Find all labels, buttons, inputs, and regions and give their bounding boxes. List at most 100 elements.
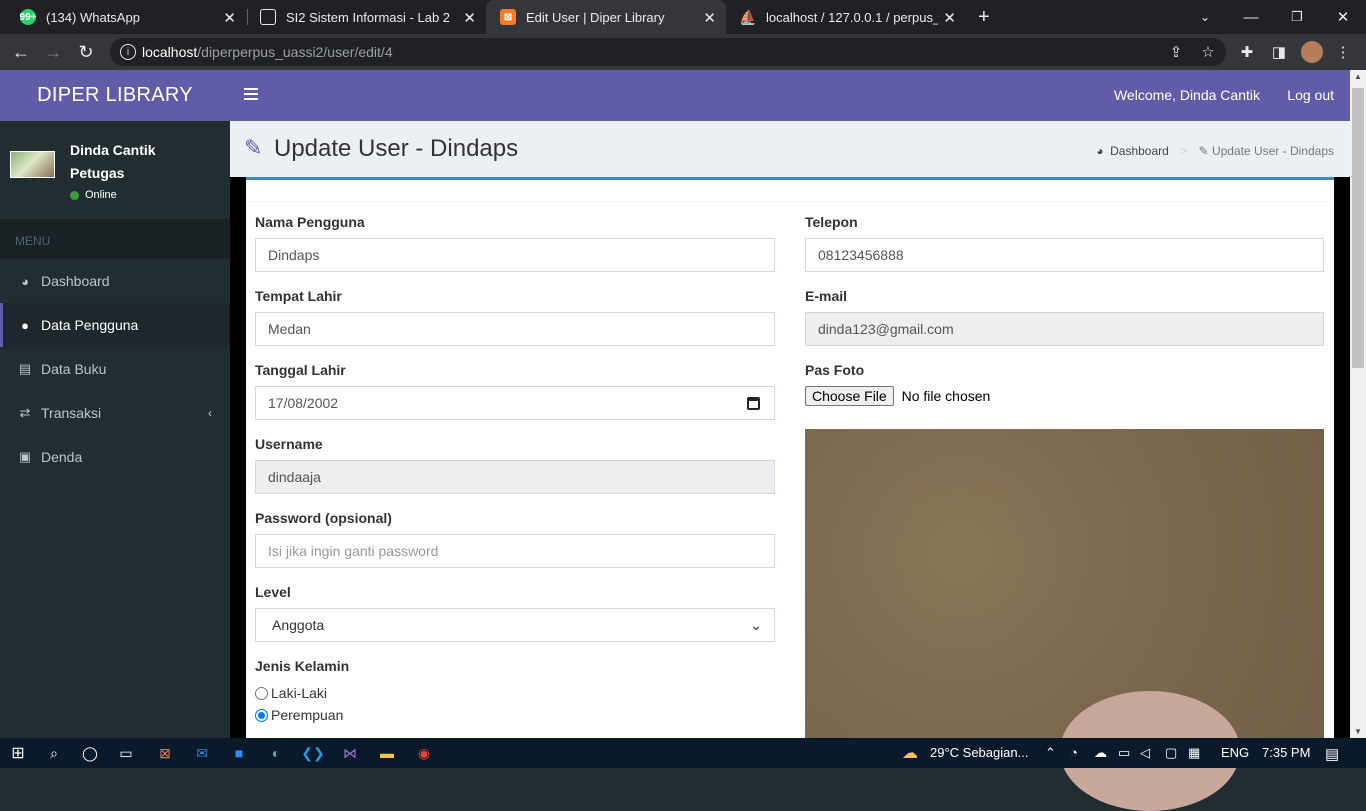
email-input: dinda123@gmail.com — [805, 312, 1324, 346]
password-group: Password (opsional) Isi jika ingin ganti… — [255, 510, 775, 568]
app-logo[interactable]: DIPER LIBRARY — [0, 70, 230, 121]
search-icon[interactable]: ⌕ — [44, 743, 64, 763]
app-header: DIPER LIBRARY Welcome, Dinda Cantik Log … — [0, 70, 1350, 121]
battery-icon[interactable]: ▭ — [1118, 745, 1130, 761]
notification-icon[interactable]: ▤ — [1325, 745, 1339, 763]
close-tab-icon[interactable]: ✕ — [463, 9, 476, 27]
sidebar-toggle-icon[interactable] — [244, 88, 258, 100]
level-group: Level Anggota ⌄ — [255, 584, 775, 642]
restore-icon[interactable]: ❐ — [1274, 0, 1320, 34]
new-tab-button[interactable]: + — [972, 0, 1002, 34]
xampp-icon[interactable]: ⊠ — [155, 743, 175, 763]
sidebar-item-data-buku[interactable]: ▤ Data Buku — [0, 347, 230, 391]
welcome-text[interactable]: Welcome, Dinda Cantik — [1114, 87, 1260, 103]
info-icon[interactable]: i — [120, 44, 136, 60]
cloud-off-icon[interactable]: ☁ — [1094, 745, 1107, 761]
password-input[interactable]: Isi jika ingin ganti password — [255, 534, 775, 568]
share-icon[interactable]: ⇪ — [1166, 42, 1186, 62]
tray-chevron-icon[interactable]: ⌃ — [1045, 745, 1056, 761]
dashboard-icon: ◕ — [1096, 144, 1104, 158]
forward-icon[interactable]: → — [41, 40, 65, 64]
task-view-icon[interactable]: ▭ — [116, 743, 136, 763]
cortana-icon[interactable]: ◯ — [80, 743, 100, 763]
tanggal-label: Tanggal Lahir — [255, 362, 346, 378]
browser-tab-bar: 99+ (134) WhatsApp ✕ SI2 Sistem Informas… — [0, 0, 1366, 34]
choose-file-button[interactable]: Choose File — [805, 386, 894, 406]
tanggal-group: Tanggal Lahir 17/08/2002 — [255, 362, 775, 420]
tempat-lahir-input[interactable]: Medan — [255, 312, 775, 346]
tab-title: localhost / 127.0.0.1 / perpus_si2 — [766, 9, 938, 25]
profile-photo — [805, 429, 1324, 811]
meet-icon[interactable]: ▢ — [1165, 745, 1177, 761]
scroll-up-icon[interactable]: ▲ — [1354, 72, 1362, 81]
content-header: ✎ Update User - Dindaps ◕ Dashboard > ✎ … — [230, 121, 1350, 177]
vscode-icon[interactable]: ❮❯ — [301, 743, 324, 763]
sidebar-item-data-pengguna[interactable]: ● Data Pengguna — [0, 303, 230, 347]
keyboard-icon[interactable]: ▦ — [1188, 745, 1200, 761]
nama-input[interactable]: Dindaps — [255, 238, 775, 272]
avatar — [10, 151, 55, 178]
breadcrumb-dashboard[interactable]: Dashboard — [1110, 144, 1169, 158]
online-dot-icon — [70, 190, 79, 200]
level-label: Level — [255, 584, 291, 600]
sidebar-item-dashboard[interactable]: ◕ Dashboard — [0, 259, 230, 303]
phpmyadmin-icon: ⛵ — [739, 8, 757, 25]
edge-icon[interactable]: ◐ — [266, 743, 286, 763]
tab-si2[interactable]: SI2 Sistem Informasi - Lab 2 ✕ — [246, 0, 486, 34]
close-window-icon[interactable]: ✕ — [1320, 0, 1366, 34]
side-panel-icon[interactable]: ◨ — [1269, 42, 1289, 62]
username-group: Username dindaaja — [255, 436, 775, 494]
language-indicator[interactable]: ENG — [1221, 745, 1249, 760]
url-path: /diperperpus_uassi2/user/edit/4 — [197, 44, 393, 60]
network-icon[interactable]: ◔ — [1070, 745, 1078, 760]
calendar-icon[interactable] — [747, 397, 760, 410]
tab-phpmyadmin[interactable]: ⛵ localhost / 127.0.0.1 / perpus_si2 ✕ — [726, 0, 966, 34]
chrome-icon[interactable]: ◉ — [414, 743, 434, 763]
reload-icon[interactable]: ↻ — [74, 40, 98, 64]
tab-edit-user[interactable]: ⊠ Edit User | Diper Library ✕ — [486, 0, 726, 34]
content-wrapper: ✎ Update User - Dindaps ◕ Dashboard > ✎ … — [230, 121, 1350, 811]
radio-icon[interactable] — [255, 686, 268, 700]
logout-link[interactable]: Log out — [1287, 87, 1334, 103]
extensions-icon[interactable]: ✚ — [1237, 42, 1257, 62]
profile-avatar[interactable] — [1301, 41, 1323, 63]
file-explorer-icon[interactable]: ▬ — [377, 743, 397, 763]
tempat-label: Tempat Lahir — [255, 288, 342, 304]
close-tab-icon[interactable]: ✕ — [703, 9, 716, 27]
mail-icon[interactable]: ✉ — [192, 743, 212, 763]
url-bar[interactable]: i localhost/diperperpus_uassi2/user/edit… — [110, 38, 1226, 66]
minimize-icon[interactable]: — — [1228, 0, 1274, 34]
clock[interactable]: 7:35 PM — [1262, 745, 1310, 760]
volume-icon[interactable]: ◁ — [1140, 745, 1150, 761]
tab-search-icon[interactable]: ⌄ — [1182, 0, 1228, 34]
close-tab-icon[interactable]: ✕ — [943, 9, 956, 27]
gender-group: Jenis Kelamin Laki-Laki Perempuan — [255, 658, 349, 726]
sidebar-item-denda[interactable]: ▣ Denda — [0, 435, 230, 479]
tanggal-lahir-input[interactable]: 17/08/2002 — [255, 386, 775, 420]
chrome-menu-icon[interactable]: ⋮ — [1333, 42, 1353, 62]
weather-icon[interactable]: ☁ — [900, 743, 920, 763]
zoom-icon[interactable]: ■ — [229, 743, 249, 763]
bookmark-star-icon[interactable]: ☆ — [1198, 42, 1218, 62]
username-label: Username — [255, 436, 323, 452]
sidebar-item-label: Transaksi — [41, 405, 102, 421]
box-header — [246, 180, 1334, 202]
visual-studio-icon[interactable]: ⋈ — [340, 743, 360, 763]
sidebar-item-transaksi[interactable]: ⇄ Transaksi ‹ — [0, 391, 230, 435]
menu-header: MENU — [0, 219, 230, 259]
radio-perempuan[interactable]: Perempuan — [255, 704, 349, 726]
telepon-input[interactable]: 08123456888 — [805, 238, 1324, 272]
scroll-thumb[interactable] — [1352, 88, 1364, 368]
radio-laki-laki[interactable]: Laki-Laki — [255, 682, 349, 704]
weather-text[interactable]: 29°C Sebagian... — [930, 745, 1028, 760]
windows-start-icon[interactable]: ⊞ — [8, 743, 28, 763]
tab-title: (134) WhatsApp — [46, 9, 140, 25]
tab-whatsapp[interactable]: 99+ (134) WhatsApp ✕ — [6, 0, 246, 34]
form-box: Nama Pengguna Dindaps Tempat Lahir Medan… — [246, 177, 1334, 811]
level-select[interactable]: Anggota ⌄ — [255, 608, 775, 642]
radio-checked-icon[interactable] — [255, 708, 268, 722]
scroll-down-icon[interactable]: ▼ — [1354, 727, 1362, 736]
close-tab-icon[interactable]: ✕ — [223, 9, 236, 27]
back-icon[interactable]: ← — [9, 40, 33, 64]
page-scrollbar[interactable]: ▲ ▼ — [1350, 70, 1366, 738]
